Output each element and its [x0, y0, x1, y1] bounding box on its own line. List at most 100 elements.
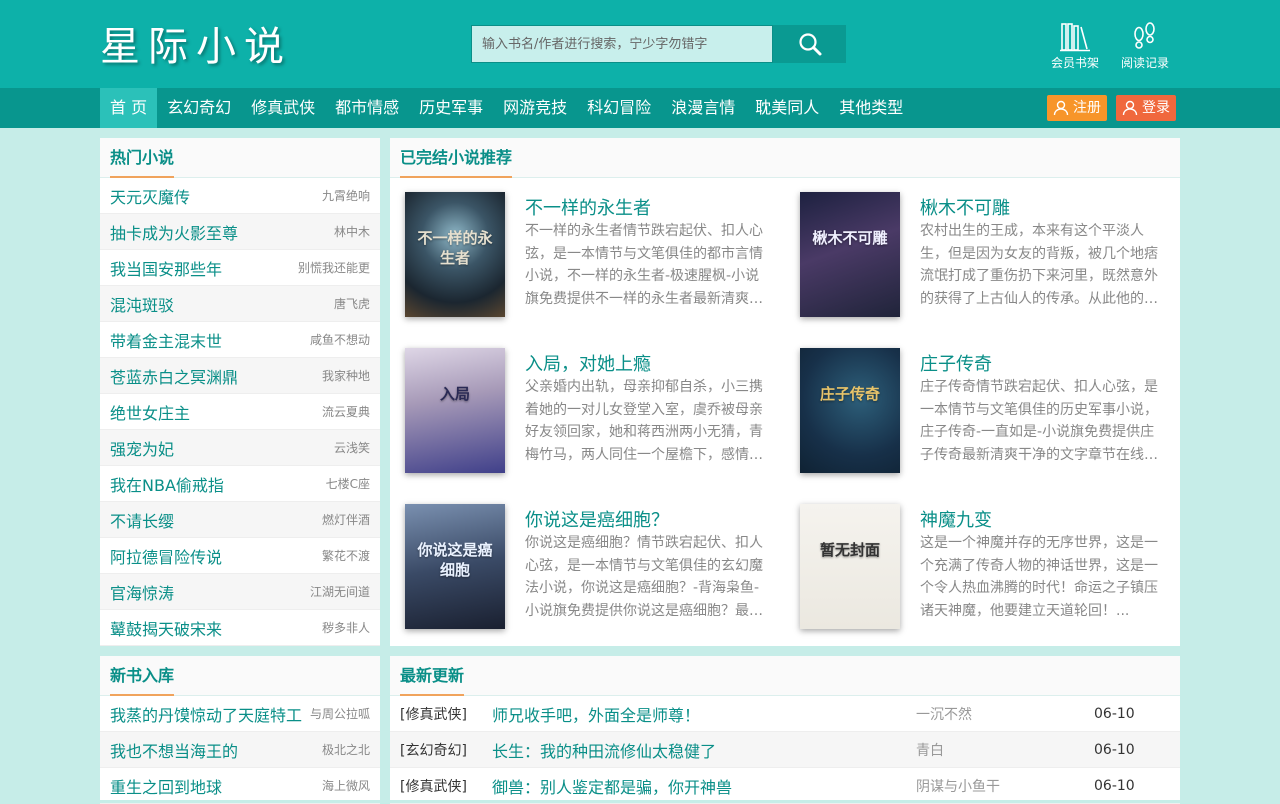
book-title-link[interactable]: 绝世女庄主 [110, 400, 190, 424]
book-title-link[interactable]: 你说这是癌细胞？ [525, 506, 669, 532]
book-cover[interactable]: 暂无封面 [800, 504, 900, 629]
list-item[interactable]: 官海惊涛 江湖无间道 [100, 574, 380, 610]
book-author: 咸鱼不想动 [309, 333, 370, 347]
book-title-link[interactable]: 我也不想当海王的 [110, 738, 238, 762]
update-author[interactable]: 一沉不然 [916, 704, 1094, 724]
register-label: 注册 [1073, 100, 1101, 116]
update-date: 06-10 [1094, 741, 1135, 758]
book-title-link[interactable]: 我蒸的丹馍惊动了天庭特工 [110, 702, 302, 726]
list-item[interactable]: 抽卡成为火影至尊 林中木 [100, 214, 380, 250]
update-title-link[interactable]: 长生：我的种田流修仙太稳健了 [492, 738, 916, 762]
new-books-list: 我蒸的丹馍惊动了天庭特工 与周公拉呱 我也不想当海王的 极北之北 重生之回到地球 海上微风 [100, 696, 380, 804]
book-author: 我家种地 [321, 369, 370, 383]
book-title-link[interactable]: 我在NBA偷戒指 [110, 472, 224, 496]
nav-item[interactable]: 首 页 [100, 88, 158, 128]
book-title-link[interactable]: 鼙鼓揭天破宋来 [110, 616, 222, 640]
nav-item[interactable]: 科幻冒险 [577, 88, 661, 128]
book-card[interactable]: 暂无封面 神魔九变 这是一个神魔并存的无序世界，这是一个充满了传奇人物的神话世界，这… [785, 504, 1165, 644]
book-title-link[interactable]: 混沌斑驳 [110, 292, 174, 316]
book-cover[interactable]: 楸木不可雕 [800, 192, 900, 317]
book-title-link[interactable]: 我当国安那些年 [110, 256, 222, 280]
book-title-link[interactable]: 抽卡成为火影至尊 [110, 220, 238, 244]
book-cover-text: 楸木不可雕 [812, 229, 888, 247]
new-books-title: 新书入库 [110, 656, 175, 696]
nav-item[interactable]: 玄幻奇幻 [157, 88, 241, 128]
latest-updates-panel: 最新更新 [修真武侠] 师兄收手吧，外面全是师尊！ 一沉不然 06-10 [玄幻奇幻] 长… [390, 656, 1180, 804]
nav-item[interactable]: 修真武侠 [241, 88, 325, 128]
user-icon [1053, 100, 1069, 116]
book-author: 唐飞虎 [333, 297, 370, 311]
list-item[interactable]: 绝世女庄主 流云夏典 [100, 394, 380, 430]
list-item[interactable]: 我也不想当海王的 极北之北 [100, 732, 380, 768]
update-author[interactable]: 阴谋与小鱼干 [916, 776, 1094, 796]
book-cover[interactable]: 庄子传奇 [800, 348, 900, 473]
list-item[interactable]: 阿拉德冒险传说 繁花不渡 [100, 538, 380, 574]
list-item[interactable]: 重生之回到地球 海上微风 [100, 768, 380, 804]
update-category[interactable]: [修真武侠] [400, 704, 492, 724]
list-item[interactable]: 不请长缨 燃灯伴酒 [100, 502, 380, 538]
login-label: 登录 [1142, 100, 1170, 116]
nav-item[interactable]: 都市情感 [325, 88, 409, 128]
book-card[interactable]: 你说这是癌细胞 你说这是癌细胞？ 你说这是癌细胞？情节跌宕起伏、扣人心弦，是一本情节… [390, 504, 770, 644]
list-item[interactable]: 混沌斑驳 唐飞虎 [100, 286, 380, 322]
book-card[interactable]: 楸木不可雕 楸木不可雕 农村出生的王成，本来有这个平淡人生，但是因为女友的背叛，被几… [785, 192, 1165, 332]
book-title-link[interactable]: 庄子传奇 [920, 350, 992, 376]
nav-item[interactable]: 历史军事 [409, 88, 493, 128]
list-item[interactable]: 我在NBA偷戒指 七楼C座 [100, 466, 380, 502]
book-title-link[interactable]: 带着金主混末世 [110, 328, 222, 352]
completed-title: 已完结小说推荐 [400, 138, 513, 178]
bookshelf-link[interactable]: 会员书架 [1045, 18, 1105, 71]
panel-header: 最新更新 [390, 656, 1180, 696]
nav-item[interactable]: 耽美同人 [745, 88, 829, 128]
book-title-link[interactable]: 官海惊涛 [110, 580, 174, 604]
search-input[interactable] [471, 25, 773, 63]
history-link[interactable]: 阅读记录 [1115, 18, 1175, 71]
list-item[interactable]: 苍蓝赤白之冥渊鼎 我家种地 [100, 358, 380, 394]
update-date: 06-10 [1094, 777, 1135, 794]
book-title-link[interactable]: 楸木不可雕 [920, 194, 1010, 220]
register-button[interactable]: 注册 [1047, 95, 1107, 121]
book-title-link[interactable]: 天元灭魔传 [110, 184, 190, 208]
list-item[interactable]: 强宠为妃 云浅笑 [100, 430, 380, 466]
book-title-link[interactable]: 阿拉德冒险传说 [110, 544, 222, 568]
update-category[interactable]: [修真武侠] [400, 776, 492, 796]
book-cover[interactable]: 你说这是癌细胞 [405, 504, 505, 629]
book-card[interactable]: 入局 入局，对她上瘾 父亲婚内出轨，母亲抑郁自杀，小三携着她的一对儿女登堂入室，虞乔… [390, 348, 770, 488]
update-title-link[interactable]: 御兽：别人鉴定都是骗，你开神兽 [492, 774, 916, 798]
list-item[interactable]: 天元灭魔传 九霄绝响 [100, 178, 380, 214]
book-title-link[interactable]: 入局，对她上瘾 [525, 350, 651, 376]
book-title-link[interactable]: 强宠为妃 [110, 436, 174, 460]
table-row: [修真武侠] 师兄收手吧，外面全是师尊！ 一沉不然 06-10 [390, 696, 1180, 732]
book-description: 你说这是癌细胞？情节跌宕起伏、扣人心弦，是一本情节与文笔俱佳的玄幻魔法小说，你说… [525, 535, 763, 619]
book-cover-text: 入局 [439, 385, 470, 403]
book-cover[interactable]: 不一样的永生者 [405, 192, 505, 317]
book-title-link[interactable]: 重生之回到地球 [110, 774, 222, 798]
list-item[interactable]: 鼙鼓揭天破宋来 秽多非人 [100, 610, 380, 646]
login-button[interactable]: 登录 [1116, 95, 1176, 121]
site-logo[interactable]: 星际小说 [100, 14, 292, 72]
book-title-link[interactable]: 神魔九变 [920, 506, 992, 532]
search-button[interactable] [773, 25, 846, 63]
book-author: 与周公拉呱 [309, 707, 370, 721]
nav-item[interactable]: 网游竞技 [493, 88, 577, 128]
book-cover[interactable]: 入局 [405, 348, 505, 473]
book-card[interactable]: 庄子传奇 庄子传奇 庄子传奇情节跌宕起伏、扣人心弦，是一本情节与文笔俱佳的历史军事小… [785, 348, 1165, 488]
book-title-link[interactable]: 不请长缨 [110, 508, 174, 532]
book-author: 海上微风 [321, 779, 370, 793]
book-title-link[interactable]: 不一样的永生者 [525, 194, 651, 220]
update-category[interactable]: [玄幻奇幻] [400, 740, 492, 760]
book-description: 不一样的永生者情节跌宕起伏、扣人心弦，是一本情节与文笔俱佳的都市言情小说，不一样… [525, 223, 763, 307]
book-author: 繁花不渡 [321, 549, 370, 563]
hot-novels-list: 天元灭魔传 九霄绝响 抽卡成为火影至尊 林中木 我当国安那些年 别慌我还能更混沌斑驳 唐飞虎… [100, 178, 380, 646]
nav-item[interactable]: 浪漫言情 [661, 88, 745, 128]
list-item[interactable]: 我当国安那些年 别慌我还能更 [100, 250, 380, 286]
book-description: 庄子传奇情节跌宕起伏、扣人心弦，是一本情节与文笔俱佳的历史军事小说，庄子传奇-一… [920, 379, 1158, 463]
update-author[interactable]: 青白 [916, 740, 1094, 760]
list-item[interactable]: 带着金主混末世 咸鱼不想动 [100, 322, 380, 358]
list-item[interactable]: 我蒸的丹馍惊动了天庭特工 与周公拉呱 [100, 696, 380, 732]
completed-panel: 已完结小说推荐 不一样的永生者 不一样的永生者 不一样的永生者情节跌宕起伏、扣人心弦… [390, 138, 1180, 646]
nav-item[interactable]: 其他类型 [829, 88, 913, 128]
book-title-link[interactable]: 苍蓝赤白之冥渊鼎 [110, 364, 238, 388]
book-card[interactable]: 不一样的永生者 不一样的永生者 不一样的永生者情节跌宕起伏、扣人心弦，是一本情节与文… [390, 192, 770, 332]
update-title-link[interactable]: 师兄收手吧，外面全是师尊！ [492, 702, 916, 726]
